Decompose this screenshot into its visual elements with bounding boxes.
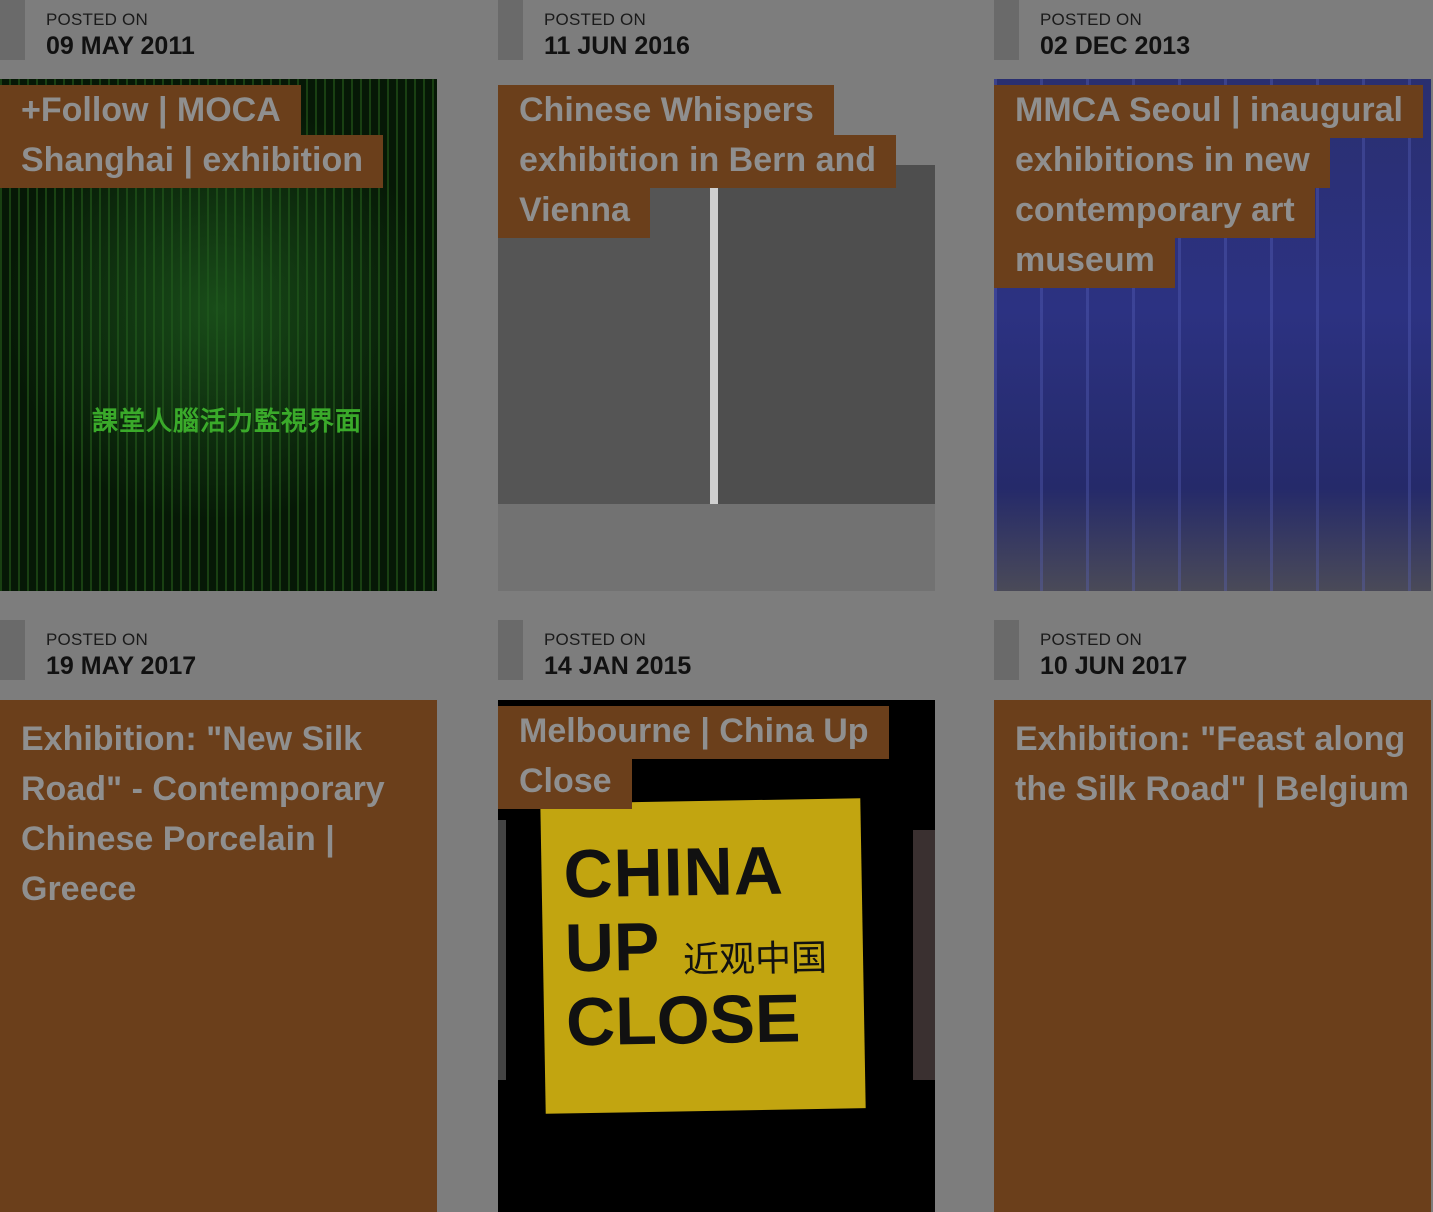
post-date-block: POSTED ON 11 JUN 2016 [498,0,935,60]
image-edge-right [913,830,935,1080]
post-date-block: POSTED ON 09 MAY 2011 [0,0,437,60]
post-thumbnail[interactable]: Exhibition: "New Silk Road" - Contempora… [0,700,437,1212]
date-accent-bar [994,0,1019,60]
poster-line-1: CHINA [562,832,785,913]
posted-on-label: POSTED ON [46,630,148,649]
date-accent-bar [994,620,1019,680]
image-edge-left [498,820,506,1080]
china-up-close-poster: CHINA UP 近观中国 CLOSE [540,798,866,1114]
post-card[interactable]: POSTED ON 19 MAY 2017 Exhibition: "New S… [0,620,437,1212]
post-date-block: POSTED ON 19 MAY 2017 [0,620,437,680]
post-title-link[interactable]: Exhibition: "New Silk Road" - Contempora… [21,714,417,914]
post-date-block: POSTED ON 14 JAN 2015 [498,620,935,680]
date-accent-bar [498,0,523,60]
date-accent-bar [498,620,523,680]
post-title-link[interactable]: MMCA Seoul | inaugural exhibitions in ne… [994,85,1431,288]
post-card[interactable]: POSTED ON 10 JUN 2017 Exhibition: "Feast… [994,620,1431,1212]
post-date: 02 DEC 2013 [1040,32,1191,60]
post-thumbnail[interactable]: Chinese Whispers exhibition in Bern and … [498,79,935,591]
post-thumbnail[interactable]: MMCA Seoul | inaugural exhibitions in ne… [994,79,1431,591]
post-thumbnail[interactable]: 課堂人腦活力監視界面 +Follow | MOCA Shanghai | exh… [0,79,437,591]
posted-on-label: POSTED ON [544,630,646,649]
post-thumbnail[interactable]: Exhibition: "Feast along the Silk Road" … [994,700,1431,1212]
posted-on-label: POSTED ON [46,10,148,29]
post-title-link[interactable]: +Follow | MOCA Shanghai | exhibition [0,85,437,188]
post-date: 10 JUN 2017 [1040,652,1188,680]
post-date: 11 JUN 2016 [544,32,690,60]
posted-on-label: POSTED ON [1040,630,1142,649]
post-date: 19 MAY 2017 [46,652,197,680]
date-accent-bar [0,0,25,60]
posted-on-label: POSTED ON [1040,10,1142,29]
poster-chinese: 近观中国 [682,937,828,982]
post-card[interactable]: POSTED ON 09 MAY 2011 課堂人腦活力監視界面 +Follow… [0,0,437,591]
poster-line-2: UP [564,908,660,987]
post-card[interactable]: POSTED ON 14 JAN 2015 CHINA UP 近观中国 CLOS… [498,620,935,1212]
post-title-link[interactable]: Melbourne | China Up Close [498,706,935,809]
post-date: 14 JAN 2015 [544,652,692,680]
post-thumbnail[interactable]: CHINA UP 近观中国 CLOSE Melbourne | China Up… [498,700,935,1212]
post-date-block: POSTED ON 10 JUN 2017 [994,620,1431,680]
post-card[interactable]: POSTED ON 11 JUN 2016 Chinese Whispers e… [498,0,935,591]
date-accent-bar [0,620,25,680]
post-title-link[interactable]: Chinese Whispers exhibition in Bern and … [498,85,935,238]
post-date-block: POSTED ON 02 DEC 2013 [994,0,1431,60]
posted-on-label: POSTED ON [544,10,646,29]
post-card[interactable]: POSTED ON 02 DEC 2013 MMCA Seoul | inaug… [994,0,1431,591]
poster-line-3: CLOSE [565,980,802,1061]
post-title-link[interactable]: Exhibition: "Feast along the Silk Road" … [1015,714,1411,814]
post-date: 09 MAY 2011 [46,32,195,60]
image-chinese-text: 課堂人腦活力監視界面 [92,406,363,436]
